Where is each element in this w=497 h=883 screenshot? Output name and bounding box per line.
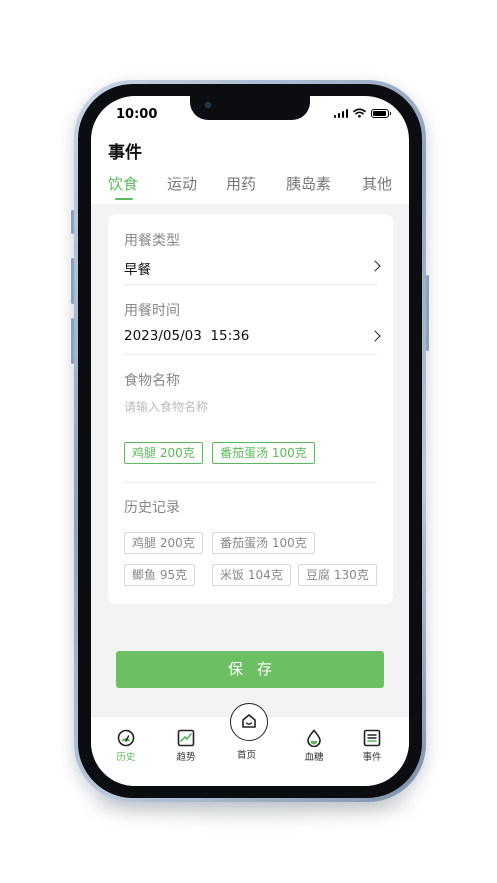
divider xyxy=(124,482,377,483)
home-icon xyxy=(242,714,256,728)
status-time: 10:00 xyxy=(116,107,158,122)
nav-trend-label: 趋势 xyxy=(176,752,196,763)
nav-history-label: 历史 xyxy=(116,752,136,763)
wifi-icon xyxy=(353,108,366,118)
food-name-input[interactable]: 请输入食物名称 xyxy=(124,398,208,415)
nav-events[interactable]: 事件 xyxy=(352,729,392,763)
selected-food-chip[interactable]: 鸡腿 200克 xyxy=(124,442,203,464)
meal-type-selector[interactable]: 早餐 xyxy=(108,252,393,278)
mute-switch xyxy=(71,210,74,234)
nav-events-label: 事件 xyxy=(362,752,382,763)
history-icon xyxy=(117,729,135,747)
save-button[interactable]: 保存 xyxy=(116,651,384,688)
chevron-right-icon xyxy=(369,330,381,342)
nav-home-label: 首页 xyxy=(237,750,257,761)
event-tabs: 饮食 运动 用药 胰岛素 其他 xyxy=(108,173,398,199)
nav-glucose-label: 血糖 xyxy=(304,752,324,763)
active-tab-indicator xyxy=(115,198,133,200)
notch xyxy=(190,96,310,120)
cellular-signal-icon xyxy=(333,108,348,118)
history-food-chip[interactable]: 番茄蛋汤 100克 xyxy=(212,532,315,554)
chevron-right-icon xyxy=(369,260,381,272)
diet-form-card: 用餐类型 早餐 用餐时间 2023/05/03 15:36 食物名称 请输入食物… xyxy=(108,214,393,604)
tab-insulin[interactable]: 胰岛素 xyxy=(286,173,331,194)
divider xyxy=(124,354,377,355)
history-label: 历史记录 xyxy=(124,500,180,516)
selected-food-chip[interactable]: 番茄蛋汤 100克 xyxy=(212,442,315,464)
battery-icon xyxy=(371,108,391,118)
volume-down-button xyxy=(71,318,74,364)
history-food-chip[interactable]: 鲫鱼 95克 xyxy=(124,564,196,586)
blood-drop-icon xyxy=(307,729,321,747)
nav-home[interactable] xyxy=(230,703,268,741)
history-food-chip[interactable]: 米饭 104克 xyxy=(212,564,291,586)
nav-history[interactable]: 历史 xyxy=(106,729,146,763)
meal-time-value: 2023/05/03 15:36 xyxy=(124,328,250,344)
nav-glucose[interactable]: 血糖 xyxy=(294,729,334,763)
divider xyxy=(124,284,377,285)
history-food-chip[interactable]: 豆腐 130克 xyxy=(298,564,377,586)
tab-exercise[interactable]: 运动 xyxy=(167,173,197,194)
food-name-label: 食物名称 xyxy=(124,373,180,389)
front-camera-icon xyxy=(205,102,211,108)
volume-up-button xyxy=(71,258,74,304)
trend-icon xyxy=(177,729,195,747)
tab-diet[interactable]: 饮食 xyxy=(108,173,138,194)
meal-type-label: 用餐类型 xyxy=(124,233,180,249)
meal-time-label: 用餐时间 xyxy=(124,303,180,319)
page-title: 事件 xyxy=(108,143,142,163)
event-list-icon xyxy=(363,729,381,747)
meal-type-value: 早餐 xyxy=(124,262,151,278)
meal-time-selector[interactable]: 2023/05/03 15:36 xyxy=(108,322,393,348)
tab-other[interactable]: 其他 xyxy=(362,173,392,194)
tab-medication[interactable]: 用药 xyxy=(226,173,256,194)
power-button xyxy=(426,275,429,351)
app-screen: 10:00 事件 饮食 运动 用药 胰岛素 其他 用餐类型 早餐 用餐时间 20… xyxy=(91,96,409,786)
nav-trend[interactable]: 趋势 xyxy=(166,729,206,763)
history-food-chip[interactable]: 鸡腿 200克 xyxy=(124,532,203,554)
status-icons xyxy=(333,108,391,118)
bottom-nav: 历史 趋势 首页 血糖 事件 xyxy=(91,703,409,786)
